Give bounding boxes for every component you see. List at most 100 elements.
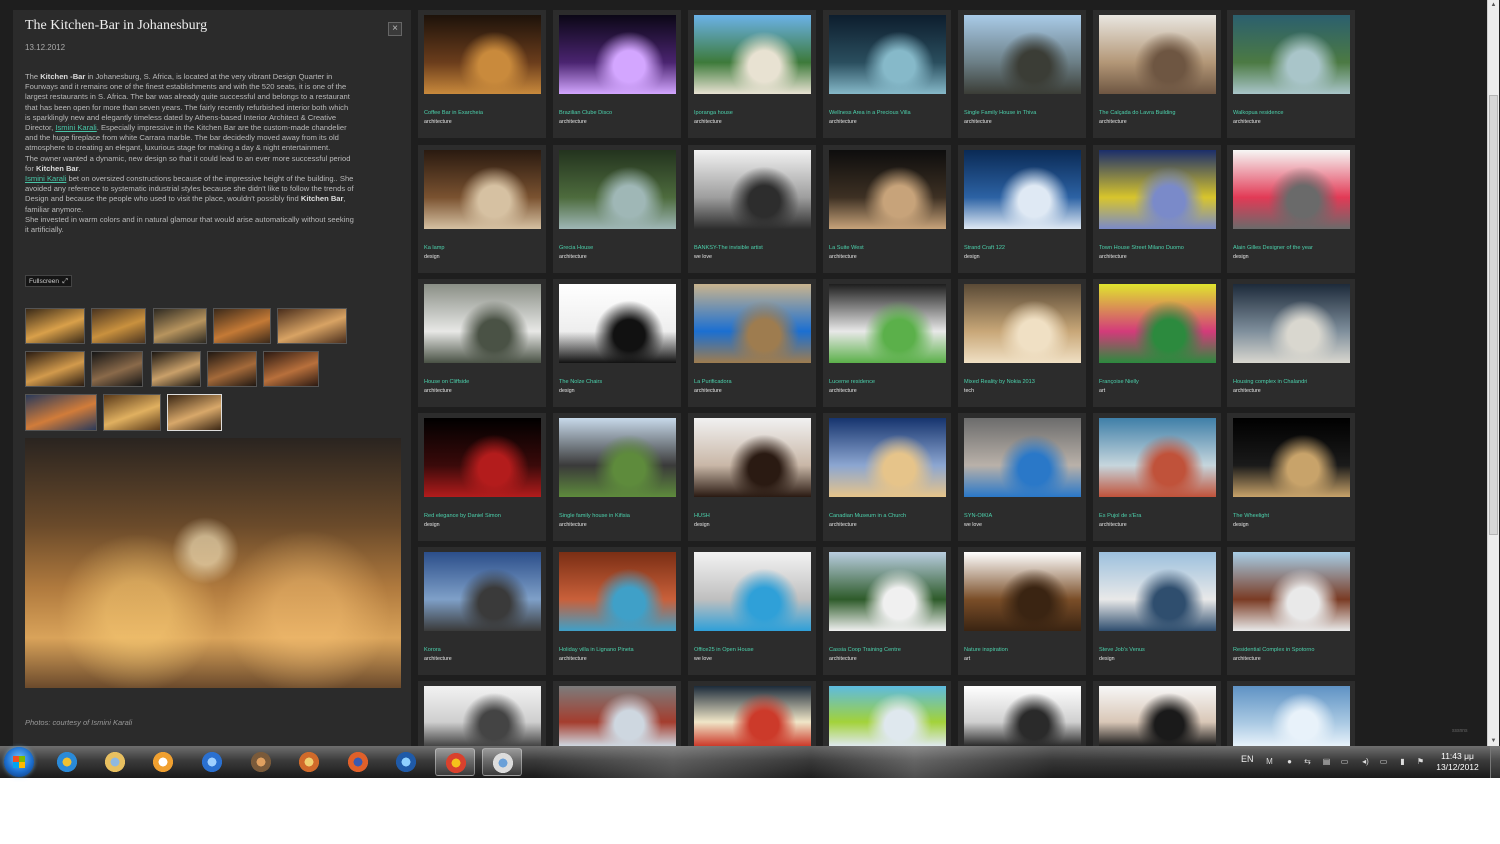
gallery-thumbnail[interactable] bbox=[151, 351, 201, 387]
project-card[interactable] bbox=[688, 681, 816, 746]
project-card[interactable]: Wellness Area in a Precious Villa archite… bbox=[823, 10, 951, 138]
gallery-thumbnail[interactable] bbox=[213, 308, 271, 344]
power-icon[interactable]: ▮ bbox=[1398, 757, 1407, 766]
project-card[interactable]: Iporanga house architecture bbox=[688, 10, 816, 138]
project-card[interactable]: Korora architecture bbox=[418, 547, 546, 675]
project-thumbnail[interactable] bbox=[694, 418, 811, 497]
project-card[interactable]: The Wheelight design bbox=[1227, 413, 1355, 541]
project-thumbnail[interactable] bbox=[424, 418, 541, 497]
keyboard-icon[interactable]: ▤ bbox=[1322, 757, 1331, 766]
project-thumbnail[interactable] bbox=[424, 552, 541, 631]
project-card[interactable]: Town House Street Milano Duomo architectu… bbox=[1093, 145, 1221, 273]
project-title[interactable]: Grecia House bbox=[559, 245, 679, 251]
project-title[interactable]: Korora bbox=[424, 647, 544, 653]
project-thumbnail[interactable] bbox=[694, 15, 811, 94]
project-card[interactable]: Brazilian Clube Disco architecture bbox=[553, 10, 681, 138]
taskbar-app-button[interactable] bbox=[192, 748, 232, 776]
project-thumbnail[interactable] bbox=[1233, 552, 1350, 631]
project-thumbnail[interactable] bbox=[829, 150, 946, 229]
gallery-thumbnail[interactable] bbox=[25, 351, 85, 387]
project-title[interactable]: La Suite West bbox=[829, 245, 949, 251]
project-thumbnail[interactable] bbox=[829, 686, 946, 746]
project-card[interactable] bbox=[1227, 681, 1355, 746]
project-card[interactable]: The Calçada do Lavra Building architectur… bbox=[1093, 10, 1221, 138]
project-thumbnail[interactable] bbox=[829, 15, 946, 94]
project-card[interactable]: Ka lamp design bbox=[418, 145, 546, 273]
project-thumbnail[interactable] bbox=[829, 418, 946, 497]
project-card[interactable]: Single Family House in Thiva architecture bbox=[958, 10, 1086, 138]
action-center-flag-icon[interactable]: ⚑ bbox=[1416, 757, 1425, 766]
project-card[interactable]: SYN-OIKIA we love bbox=[958, 413, 1086, 541]
project-card[interactable]: La Suite West architecture bbox=[823, 145, 951, 273]
scroll-down-icon[interactable]: ▼ bbox=[1488, 736, 1499, 746]
project-card[interactable] bbox=[958, 681, 1086, 746]
gallery-thumbnail[interactable] bbox=[103, 394, 161, 431]
designer-link[interactable]: Ismini Karali bbox=[25, 174, 66, 183]
gallery-thumbnail[interactable] bbox=[263, 351, 319, 387]
project-thumbnail[interactable] bbox=[559, 686, 676, 746]
project-title[interactable]: The Wheelight bbox=[1233, 513, 1353, 519]
show-desktop-button[interactable] bbox=[1490, 746, 1500, 778]
clock[interactable]: 11:43 μμ 13/12/2012 bbox=[1430, 751, 1485, 773]
gmail-notifier-icon[interactable]: M bbox=[1265, 757, 1274, 766]
project-title[interactable]: Housing complex in Chalandri bbox=[1233, 379, 1353, 385]
project-thumbnail[interactable] bbox=[1233, 15, 1350, 94]
start-button[interactable] bbox=[4, 747, 34, 777]
project-card[interactable] bbox=[553, 681, 681, 746]
project-card[interactable] bbox=[1093, 681, 1221, 746]
project-card[interactable]: Residential Complex in Spotorno architect… bbox=[1227, 547, 1355, 675]
project-card[interactable]: Walkopua residence architecture bbox=[1227, 10, 1355, 138]
project-thumbnail[interactable] bbox=[1233, 418, 1350, 497]
project-thumbnail[interactable] bbox=[424, 150, 541, 229]
project-card[interactable]: Grecia House architecture bbox=[553, 145, 681, 273]
project-card[interactable]: Es Pujol de s'Era architecture bbox=[1093, 413, 1221, 541]
project-card[interactable]: Single family house in Kifisia architectu… bbox=[553, 413, 681, 541]
project-card[interactable]: Canadian Museum in a Church architecture bbox=[823, 413, 951, 541]
project-title[interactable]: Single family house in Kifisia bbox=[559, 513, 679, 519]
taskbar-app-button[interactable] bbox=[143, 748, 183, 776]
project-thumbnail[interactable] bbox=[1099, 150, 1216, 229]
project-thumbnail[interactable] bbox=[1233, 150, 1350, 229]
project-title[interactable]: Coffee Bar in Exarcheia bbox=[424, 110, 544, 116]
taskbar-app-button[interactable] bbox=[95, 748, 135, 776]
project-thumbnail[interactable] bbox=[694, 284, 811, 363]
project-title[interactable]: Town House Street Milano Duomo bbox=[1099, 245, 1219, 251]
project-thumbnail[interactable] bbox=[559, 418, 676, 497]
chrome-tray-icon[interactable]: ● bbox=[1285, 757, 1294, 766]
project-card[interactable]: Cassia Coop Training Centre architecture bbox=[823, 547, 951, 675]
project-thumbnail[interactable] bbox=[964, 552, 1081, 631]
project-thumbnail[interactable] bbox=[829, 552, 946, 631]
project-thumbnail[interactable] bbox=[1099, 552, 1216, 631]
project-card[interactable]: Mixed Reality by Nokia 2013 tech bbox=[958, 279, 1086, 407]
project-title[interactable]: Office25 in Open House bbox=[694, 647, 814, 653]
project-title[interactable]: Lucerne residence bbox=[829, 379, 949, 385]
project-thumbnail[interactable] bbox=[964, 150, 1081, 229]
project-thumbnail[interactable] bbox=[1233, 284, 1350, 363]
project-title[interactable]: Canadian Museum in a Church bbox=[829, 513, 949, 519]
project-card[interactable]: Strand Craft 122 design bbox=[958, 145, 1086, 273]
battery-icon[interactable]: ▭ bbox=[1340, 757, 1349, 766]
project-title[interactable]: Nature inspiration bbox=[964, 647, 1084, 653]
project-title[interactable]: Brazilian Clube Disco bbox=[559, 110, 679, 116]
project-thumbnail[interactable] bbox=[424, 284, 541, 363]
project-title[interactable]: Cassia Coop Training Centre bbox=[829, 647, 949, 653]
vertical-scrollbar[interactable]: ▲ ▼ bbox=[1487, 0, 1499, 746]
project-card[interactable]: Red elegance by Daniel Simon design bbox=[418, 413, 546, 541]
project-title[interactable]: SYN-OIKIA bbox=[964, 513, 1084, 519]
project-thumbnail[interactable] bbox=[964, 686, 1081, 746]
project-thumbnail[interactable] bbox=[559, 15, 676, 94]
taskbar-app-button[interactable] bbox=[289, 748, 329, 776]
gallery-thumbnail[interactable] bbox=[167, 394, 222, 431]
project-card[interactable]: Coffee Bar in Exarcheia architecture bbox=[418, 10, 546, 138]
project-thumbnail[interactable] bbox=[559, 284, 676, 363]
project-title[interactable]: Ka lamp bbox=[424, 245, 544, 251]
project-title[interactable]: The Calçada do Lavra Building bbox=[1099, 110, 1219, 116]
project-card[interactable] bbox=[823, 681, 951, 746]
project-thumbnail[interactable] bbox=[1099, 418, 1216, 497]
gallery-thumbnail[interactable] bbox=[91, 308, 146, 344]
project-thumbnail[interactable] bbox=[694, 686, 811, 746]
main-gallery-photo[interactable] bbox=[25, 438, 401, 688]
project-thumbnail[interactable] bbox=[694, 150, 811, 229]
project-card[interactable]: BANKSY-The invisible artist we love bbox=[688, 145, 816, 273]
project-title[interactable]: La Purificadora bbox=[694, 379, 814, 385]
